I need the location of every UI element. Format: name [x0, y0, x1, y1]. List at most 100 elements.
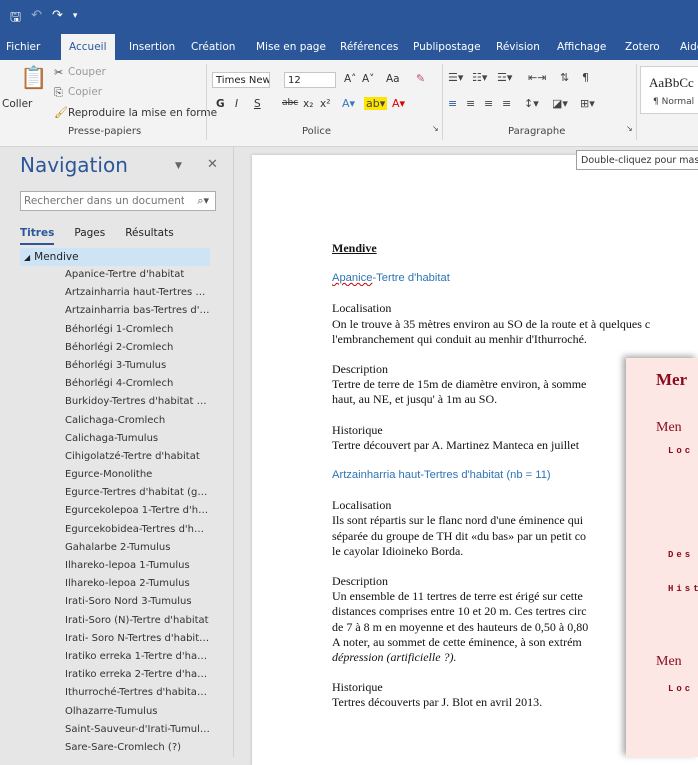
text-effects-icon[interactable]: A▾	[342, 97, 355, 110]
cut-icon[interactable]: ✂	[54, 66, 63, 79]
subscript-button[interactable]: x₂	[303, 98, 313, 110]
tree-item[interactable]: Béhorlégi 2-Cromlech	[20, 339, 210, 357]
cut-button[interactable]: Couper	[68, 66, 106, 78]
tree-item[interactable]: Cihigolatzé-Tertre d'habitat	[20, 448, 210, 466]
justify-icon[interactable]: ≡	[502, 97, 511, 110]
overlay-subtitle: Men	[656, 420, 682, 435]
paste-button[interactable]: Coller	[2, 98, 32, 110]
tree-item[interactable]: Saint-Sauveur-d'Irati-Tumulus	[20, 721, 210, 739]
tab-affichage[interactable]: Affichage	[557, 34, 606, 60]
tree-item[interactable]: Irati-Soro (N)-Tertre d'habitat	[20, 612, 210, 630]
search-input[interactable]	[21, 192, 184, 210]
pane-options-icon[interactable]: ▼	[175, 161, 182, 171]
align-left-icon[interactable]: ≡	[448, 97, 457, 110]
tree-item[interactable]: Egurcekobidea-Tertres d'hab...	[20, 521, 210, 539]
align-right-icon[interactable]: ≡	[484, 97, 493, 110]
tree-item[interactable]: Gahalarbe 2-Tumulus	[20, 539, 210, 557]
dialog-launcher-icon[interactable]: ↘	[432, 124, 439, 133]
tree-item[interactable]: Ithurroché-Tertres d'habitat...	[20, 684, 210, 702]
tab-aide[interactable]: Aide	[680, 34, 698, 60]
tree-item[interactable]: Béhorlégi 1-Cromlech	[20, 321, 210, 339]
tree-item[interactable]: Béhorlégi 4-Cromlech	[20, 375, 210, 393]
tree-item[interactable]: Calichaga-Tumulus	[20, 430, 210, 448]
customize-icon[interactable]: ▾	[73, 8, 78, 30]
tree-root-mendive[interactable]: ◢ Mendive	[20, 248, 210, 266]
tree-item[interactable]: Irati- Soro N-Tertres d'habita...	[20, 630, 210, 648]
tree-item[interactable]: Calichaga-Cromlech	[20, 412, 210, 430]
save-icon[interactable]: 🖫	[10, 8, 21, 30]
strikethrough-button[interactable]: abc	[282, 98, 298, 108]
format-painter-button[interactable]: Reproduire la mise en forme	[68, 107, 217, 119]
indent-icon[interactable]: ⇤⇥	[528, 71, 546, 84]
superscript-button[interactable]: x²	[320, 98, 330, 110]
tab-resultats[interactable]: Résultats	[125, 227, 173, 245]
tree-item[interactable]: Iratiko erreka 2-Tertre d'habi...	[20, 666, 210, 684]
font-name-combo[interactable]: Times New R	[212, 72, 270, 88]
tab-references[interactable]: Références	[340, 34, 398, 60]
overlay-window[interactable]: Mer Men Loc Des Hist Men Loc	[626, 358, 698, 757]
tree-item[interactable]: Ilhareko-lepoa 2-Tumulus	[20, 575, 210, 593]
pilcrow-icon[interactable]: ¶	[582, 71, 589, 84]
italic-button[interactable]: I	[235, 98, 238, 110]
tab-publipostage[interactable]: Publipostage	[413, 34, 481, 60]
shrink-font-button[interactable]: A˅	[362, 73, 374, 85]
dialog-launcher-icon[interactable]: ↘	[626, 124, 633, 133]
tab-zotero[interactable]: Zotero	[625, 34, 660, 60]
tab-accueil[interactable]: Accueil	[61, 34, 115, 60]
change-case-button[interactable]: Aa	[386, 73, 400, 85]
tree-item[interactable]: Egurce-Monolithe	[20, 466, 210, 484]
redo-icon[interactable]: ↷	[52, 8, 63, 30]
tab-insertion[interactable]: Insertion	[129, 34, 175, 60]
underline-button[interactable]: S	[254, 98, 261, 110]
tab-fichier[interactable]: Fichier	[6, 34, 40, 60]
paragraph-group-label: Paragraphe	[508, 126, 566, 137]
close-icon[interactable]: ✕	[207, 157, 218, 172]
tab-mise-en-page[interactable]: Mise en page	[256, 34, 326, 60]
tab-titres[interactable]: Titres	[20, 227, 55, 245]
tree-item[interactable]: Olhazarre-Tumulus	[20, 703, 210, 721]
title-bar: 🖫 ↶ ↷ ▾	[0, 0, 698, 34]
font-color-icon[interactable]: A▾	[392, 97, 405, 110]
bold-button[interactable]: G	[216, 98, 225, 110]
tab-creation[interactable]: Création	[191, 34, 235, 60]
tab-pages[interactable]: Pages	[74, 227, 105, 245]
borders-icon[interactable]: ⊞▾	[580, 97, 595, 110]
search-icon[interactable]: ⌕▾	[197, 194, 209, 208]
italic-text: dépression (artificielle ?).	[332, 650, 457, 665]
tree-item[interactable]: Irati-Soro Nord 3-Tumulus	[20, 593, 210, 611]
tree-item[interactable]: Egurce-Tertres d'habitat (gro...	[20, 484, 210, 502]
clear-format-icon[interactable]: ✎	[416, 72, 425, 85]
line-spacing-icon[interactable]: ↕▾	[524, 97, 539, 110]
tree-item[interactable]: Ilhareko-lepoa 1-Tumulus	[20, 557, 210, 575]
style-normal[interactable]: AaBbCc ¶ Normal	[640, 66, 698, 114]
sort-icon[interactable]: ⇅	[560, 71, 569, 84]
tree-item[interactable]: Iratiko erreka 1-Tertre d'hab...	[20, 648, 210, 666]
tree-item[interactable]: Sare-Sare-Cromlech (?)	[20, 739, 210, 757]
overlay-label: Des	[668, 550, 694, 560]
tree-item[interactable]: Burkidoy-Tertres d'habitat (n...	[20, 393, 210, 411]
paste-icon[interactable]: 📋	[20, 66, 47, 91]
multilevel-list-icon[interactable]: ☲▾	[497, 71, 512, 84]
tree-item[interactable]: Artzainharria bas-Tertres d'h...	[20, 302, 210, 320]
tree-item[interactable]: Apanice-Tertre d'habitat	[20, 266, 210, 284]
shading-icon[interactable]: ◪▾	[552, 97, 568, 110]
format-painter-icon[interactable]: 🖌	[54, 106, 68, 119]
tree-item[interactable]: Egurcekolepoa 1-Tertre d'ha...	[20, 502, 210, 520]
font-size-combo[interactable]: 12	[284, 72, 336, 88]
tab-revision[interactable]: Révision	[496, 34, 540, 60]
copy-button[interactable]: Copier	[68, 86, 102, 98]
highlight-icon[interactable]: ab▾	[364, 97, 388, 110]
undo-icon[interactable]: ↶	[31, 8, 42, 30]
section-heading[interactable]: Apanice-Tertre d'habitat	[332, 271, 698, 286]
tree-item[interactable]: Béhorlégi 3-Tumulus	[20, 357, 210, 375]
collapse-icon[interactable]: ◢	[24, 253, 30, 262]
grow-font-button[interactable]: A˄	[344, 73, 356, 85]
align-center-icon[interactable]: ≡	[466, 97, 475, 110]
tree-item[interactable]: Artzainharria haut-Tertres d'...	[20, 284, 210, 302]
copy-icon[interactable]: ⎘	[54, 86, 63, 100]
style-normal-label: ¶ Normal	[653, 97, 695, 107]
bullets-icon[interactable]: ☰▾	[448, 71, 463, 84]
navigation-pane: Navigation ▼ ✕ ⌕▾ Titres Pages Résultats…	[0, 147, 234, 757]
clipboard-group-label: Presse-papiers	[68, 126, 142, 137]
numbering-icon[interactable]: ☷▾	[472, 71, 487, 84]
